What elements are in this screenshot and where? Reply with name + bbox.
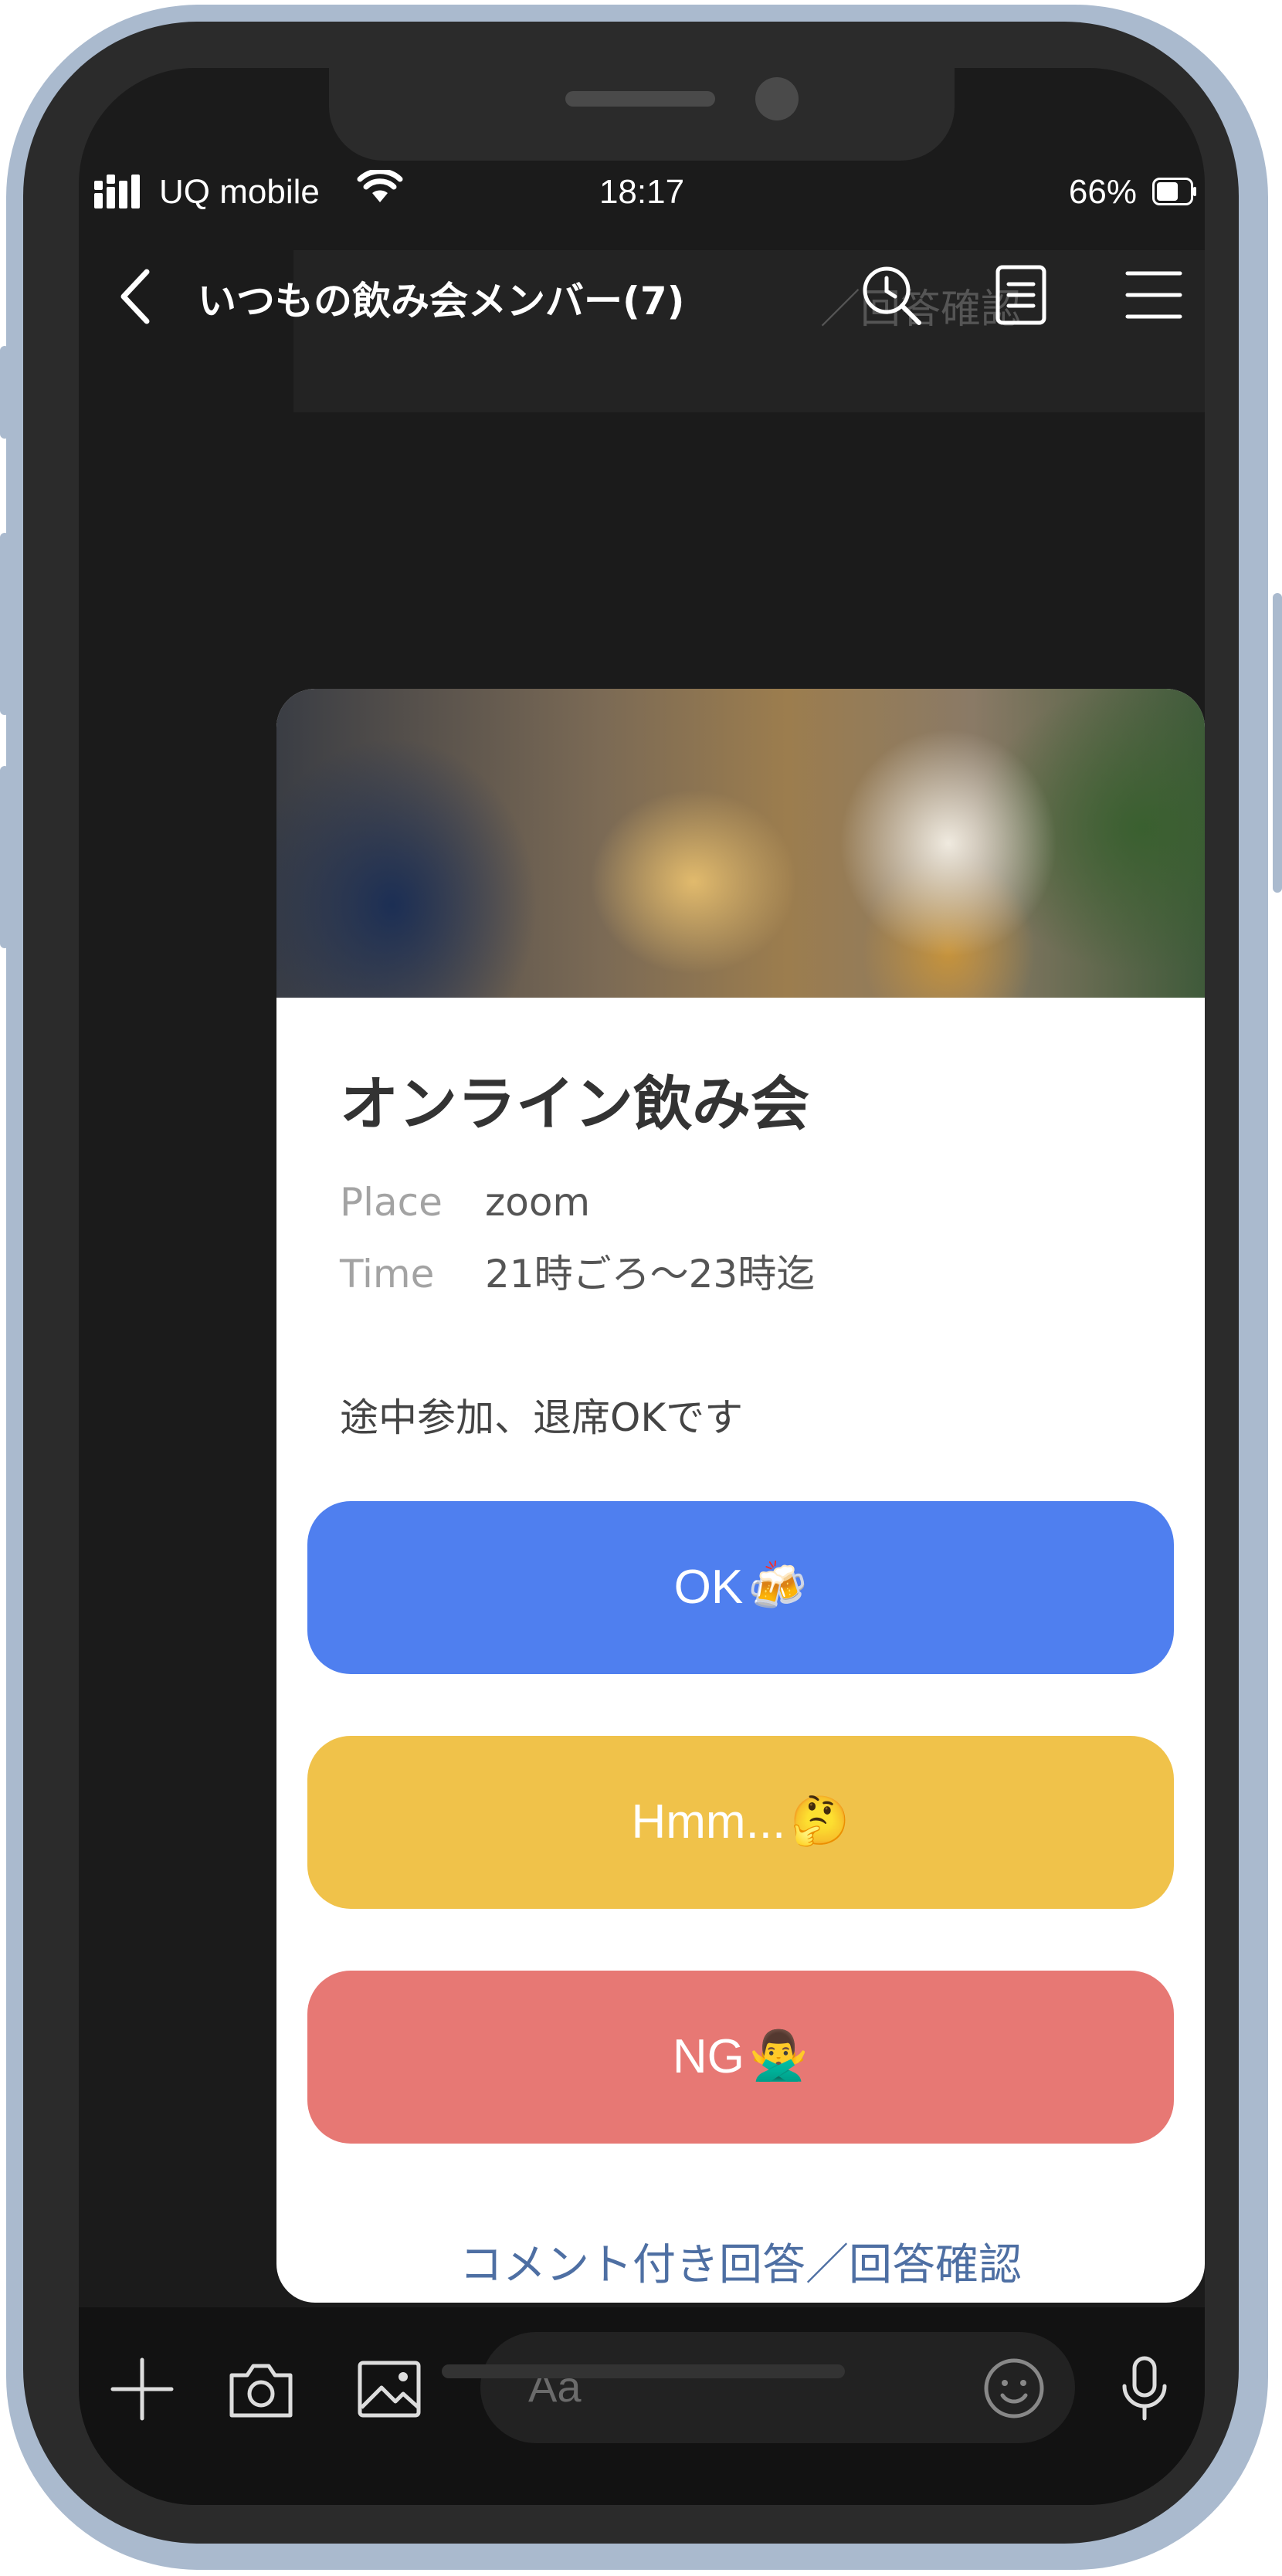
search-clock-icon[interactable] [859,263,924,327]
side-button-volume-up [0,533,9,715]
beer-toast-photo [276,689,1205,998]
event-note: 途中参加、退席OKです [340,1395,744,1440]
detail-row-time: Time 21時ごろ〜23時迄 [340,1243,815,1299]
status-bar: UQ mobile 18:17 66% [79,161,1205,222]
battery-percent: 66% [1068,173,1137,211]
event-message-card: オンライン飲み会 Place zoom Time 21時ごろ〜23時迄 途中参加、退… [276,689,1205,2303]
button-label: Hmm... [631,1795,786,1849]
image-icon[interactable] [354,2354,425,2425]
message-input[interactable]: Aa [480,2332,1075,2443]
detail-label: Time [340,1252,435,1296]
comment-answer-link[interactable]: コメント付き回答／回答確認 [276,2230,1205,2293]
answer-hmm-button[interactable]: Hmm...🤔 [307,1736,1174,1909]
camera-icon[interactable] [226,2354,297,2425]
back-icon[interactable] [113,266,159,327]
event-title: オンライン飲み会 [340,1069,809,1138]
front-camera [755,77,799,120]
notes-icon[interactable] [989,263,1053,327]
side-button-volume-down [0,766,9,948]
answer-ng-button[interactable]: NG🙅‍♂️ [307,1971,1174,2144]
emoji-icon[interactable] [982,2357,1046,2420]
notch [329,68,955,161]
menu-icon[interactable] [1121,263,1186,327]
detail-row-place: Place zoom [340,1180,590,1225]
status-time: 18:17 [599,173,685,211]
answer-ok-button[interactable]: OK🍻 [307,1501,1174,1674]
side-button-silent [0,346,9,439]
detail-label: Place [340,1180,443,1225]
speaker [565,91,715,107]
side-button-power [1273,593,1282,893]
chat-header: いつもの飲み会メンバー(7) [79,235,1205,351]
thinking-face-icon: 🤔 [790,1794,850,1848]
detail-value: 21時ごろ〜23時迄 [485,1252,816,1296]
battery-icon [1152,178,1196,205]
home-indicator[interactable] [442,2364,845,2378]
message-input-bar: Aa [79,2307,1205,2505]
plus-icon[interactable] [107,2354,178,2425]
beer-cheers-icon: 🍻 [748,1559,808,1613]
chat-title: いつもの飲み会メンバー(7) [198,279,685,324]
crossed-arms-icon: 🙅‍♂️ [748,2029,809,2083]
button-label: NG [672,2030,744,2083]
button-label: OK [673,1561,744,1614]
phone-screen: UQ mobile 18:17 66% ／回答確認 いつもの飲み会メンバー(7) [79,68,1205,2505]
detail-value: zoom [485,1180,591,1225]
microphone-icon[interactable] [1109,2354,1180,2425]
